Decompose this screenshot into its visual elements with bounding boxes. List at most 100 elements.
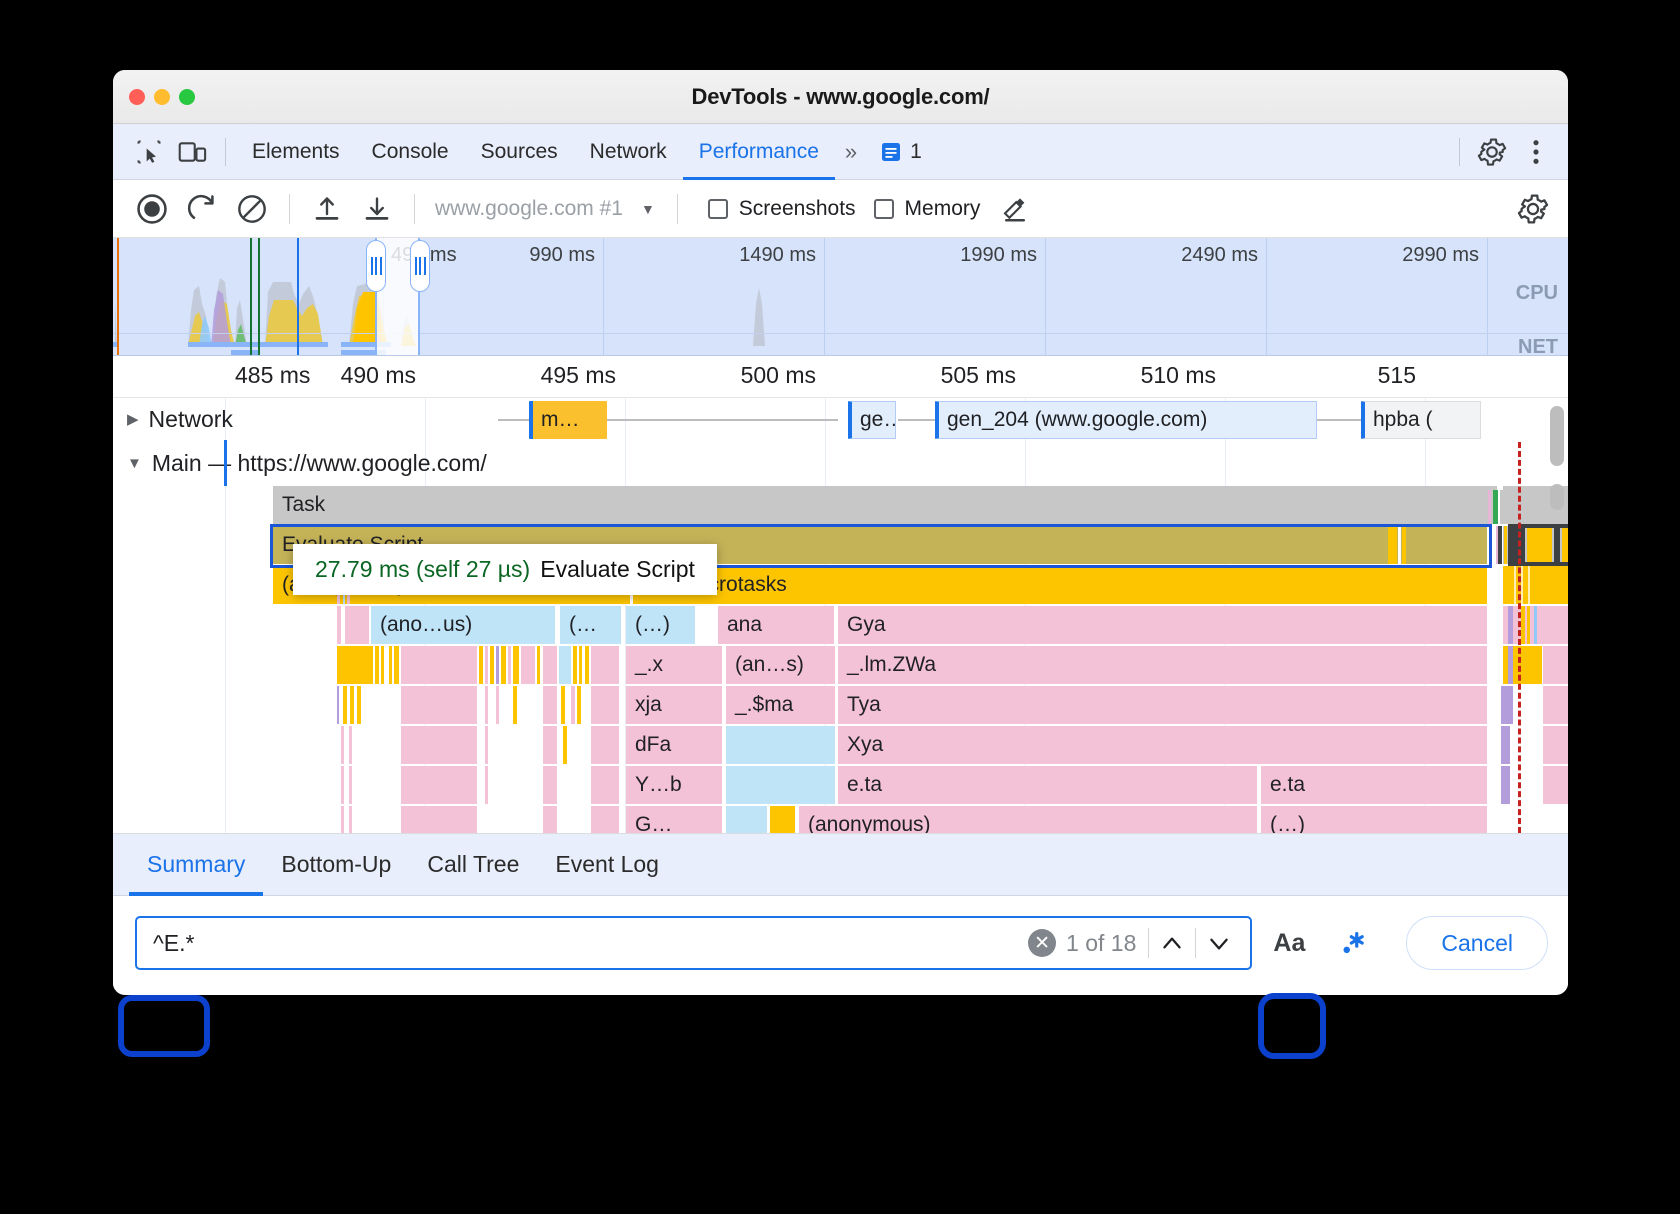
tab-console[interactable]: Console — [356, 124, 465, 180]
device-toolbar-icon[interactable] — [171, 132, 215, 172]
flame-box[interactable]: _.x — [626, 646, 723, 684]
maximize-window-button[interactable] — [179, 89, 195, 105]
chevron-up-icon[interactable] — [1149, 920, 1195, 966]
main-track[interactable]: ▼ Main — https://www.google.com/ — [113, 442, 1568, 486]
upload-profile-icon[interactable] — [302, 187, 352, 231]
collect-garbage-icon[interactable] — [990, 187, 1040, 231]
network-request[interactable]: gen_204 (www.google.com) — [935, 401, 1317, 439]
flame-highlight-box — [1508, 524, 1568, 566]
overview-lane-label-cpu: CPU — [1516, 282, 1558, 305]
flame-row[interactable]: (ano…us) (… (…) ana Gya — [113, 606, 1568, 646]
tab-summary[interactable]: Summary — [129, 834, 263, 896]
devtools-tabbar: Elements Console Sources Network Perform… — [113, 124, 1568, 180]
flame-box[interactable]: dFa — [626, 726, 723, 764]
kebab-menu-icon[interactable] — [1514, 132, 1558, 172]
flame-box[interactable]: ana — [718, 606, 835, 644]
flame-rows[interactable]: Task T… Evaluate Script (anonymous) Run … — [113, 486, 1568, 833]
download-profile-icon[interactable] — [352, 187, 402, 231]
ruler-tick: 515 — [1378, 362, 1424, 389]
overview-resize-handle-left[interactable] — [366, 240, 386, 292]
tooltip-duration: 27.79 ms (self 27 µs) — [315, 556, 530, 582]
flame-box[interactable]: _.$ma — [726, 686, 836, 724]
tab-bottom-up[interactable]: Bottom-Up — [263, 834, 409, 896]
search-bar: ✕ 1 of 18 Aa Cancel — [113, 896, 1568, 990]
toolbar-divider-1 — [289, 194, 290, 224]
tab-performance[interactable]: Performance — [683, 124, 835, 180]
flame-box[interactable]: (an…s) — [726, 646, 836, 684]
flame-row[interactable]: Y…b e.ta e.ta — [113, 766, 1568, 806]
flame-box[interactable] — [770, 806, 796, 833]
tab-call-tree[interactable]: Call Tree — [409, 834, 537, 896]
flame-box[interactable]: Task — [273, 486, 1498, 524]
chevron-down-icon[interactable]: ▼ — [127, 455, 142, 472]
chevron-down-icon[interactable]: ▼ — [641, 201, 655, 217]
screenshots-checkbox[interactable]: Screenshots — [708, 197, 856, 221]
network-request[interactable]: hpba ( — [1361, 401, 1481, 439]
gear-icon[interactable] — [1470, 132, 1514, 172]
flame-chart-panel[interactable]: 485 ms 490 ms 495 ms 500 ms 505 ms 510 m… — [113, 356, 1568, 834]
detail-view-tabbar: Summary Bottom-Up Call Tree Event Log — [113, 834, 1568, 896]
flame-box[interactable] — [726, 806, 768, 833]
network-request[interactable]: m… — [529, 401, 607, 439]
tab-elements[interactable]: Elements — [236, 124, 356, 180]
match-case-button[interactable]: Aa — [1262, 918, 1316, 968]
reload-record-icon[interactable] — [177, 187, 227, 231]
overview-resize-handle-right[interactable] — [410, 240, 430, 292]
screenshots-label: Screenshots — [739, 197, 856, 221]
tabbar-right-group — [1449, 132, 1568, 172]
chevron-right-icon[interactable]: ▶ — [127, 410, 139, 428]
flame-box[interactable] — [726, 766, 836, 804]
network-track[interactable]: ▶ Network m… ge… gen_204 (www.google.com… — [113, 398, 1568, 442]
window-title: DevTools - www.google.com/ — [113, 84, 1568, 110]
flame-row[interactable]: xja _.$ma Tya — [113, 686, 1568, 726]
search-input[interactable] — [151, 929, 1028, 958]
clear-input-icon[interactable]: ✕ — [1028, 929, 1056, 957]
record-icon[interactable] — [127, 187, 177, 231]
tabbar-divider — [225, 138, 226, 166]
close-window-button[interactable] — [129, 89, 145, 105]
traffic-lights — [129, 89, 195, 105]
tab-sources[interactable]: Sources — [465, 124, 574, 180]
flame-box[interactable]: G… — [626, 806, 723, 833]
main-track-header[interactable]: ▼ Main — https://www.google.com/ — [113, 442, 1568, 484]
network-request[interactable]: ge… — [848, 401, 896, 439]
more-tabs-icon[interactable]: » — [835, 139, 867, 165]
search-match-count: 1 of 18 — [1066, 930, 1136, 957]
flame-scrollbar-thumb[interactable] — [1550, 406, 1564, 466]
ruler-tick: 490 ms — [341, 362, 424, 389]
flame-row[interactable]: G… (anonymous) (…) — [113, 806, 1568, 833]
timeline-marker-line — [1518, 442, 1521, 833]
flame-box[interactable]: xja — [626, 686, 723, 724]
flame-box[interactable]: (… — [560, 606, 622, 644]
flame-box[interactable]: Y…b — [626, 766, 723, 804]
flame-box[interactable]: e.ta — [838, 766, 1258, 804]
issues-icon — [879, 140, 903, 164]
tab-event-log[interactable]: Event Log — [537, 834, 677, 896]
flame-row[interactable]: Task T… — [113, 486, 1568, 526]
timeline-overview[interactable]: 490 ms 990 ms 1490 ms 1990 ms 2490 ms 29… — [113, 238, 1568, 356]
clear-icon[interactable] — [227, 187, 277, 231]
chevron-down-icon[interactable] — [1196, 920, 1242, 966]
memory-label: Memory — [905, 197, 981, 221]
flame-box[interactable]: (ano…us) — [371, 606, 556, 644]
flame-row[interactable]: _.x (an…s) _.lm.ZWa — [113, 646, 1568, 686]
regex-button[interactable] — [1326, 918, 1380, 968]
issues-counter[interactable]: 1 — [867, 140, 934, 164]
cancel-button[interactable]: Cancel — [1406, 916, 1548, 970]
flame-scrollbar-handle[interactable] — [1550, 484, 1564, 510]
profile-select[interactable]: www.google.com #1 — [427, 197, 623, 221]
memory-checkbox[interactable]: Memory — [874, 197, 981, 221]
gear-icon[interactable] — [1508, 187, 1558, 231]
checkbox-box-memory — [874, 199, 894, 219]
perf-toolbar-right — [1508, 187, 1568, 231]
flame-box[interactable]: (…) — [626, 606, 696, 644]
search-input-wrapper[interactable]: ✕ 1 of 18 — [135, 916, 1252, 970]
flame-row[interactable]: dFa Xya — [113, 726, 1568, 766]
tab-network[interactable]: Network — [574, 124, 683, 180]
tooltip-event-name: Evaluate Script — [540, 556, 695, 582]
inspect-icon[interactable] — [127, 132, 171, 172]
flame-box[interactable] — [726, 726, 836, 764]
minimize-window-button[interactable] — [154, 89, 170, 105]
performance-toolbar: www.google.com #1 ▼ Screenshots Memory — [113, 180, 1568, 238]
flame-box[interactable]: (anonymous) — [799, 806, 1258, 833]
